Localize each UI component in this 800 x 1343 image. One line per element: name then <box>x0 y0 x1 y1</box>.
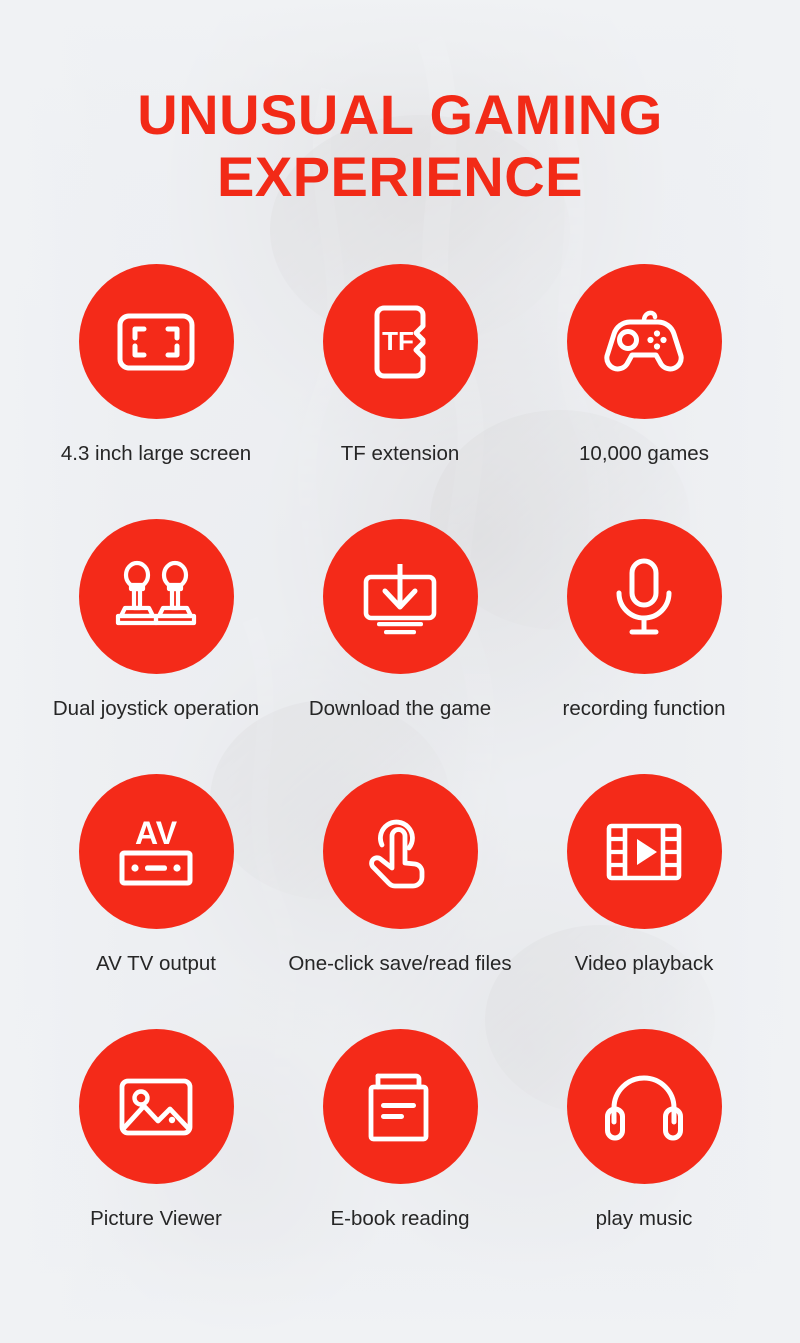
feature-label: 10,000 games <box>579 442 709 465</box>
feature-item[interactable]: Video playback <box>522 774 766 1029</box>
feature-icon-badge <box>322 519 478 674</box>
tf-memory-card-icon: TF <box>374 305 426 378</box>
feature-label: 4.3 inch large screen <box>60 442 252 465</box>
av-output-icon: AV <box>119 815 193 885</box>
feature-label: Download the game <box>308 697 492 720</box>
feature-item[interactable]: AV AV TV output <box>34 774 278 1029</box>
feature-label: Video playback <box>574 952 714 975</box>
fullscreen-screen-icon <box>117 313 195 370</box>
feature-icon-badge <box>78 519 234 674</box>
feature-label: AV TV output <box>95 952 217 975</box>
feature-label: Picture Viewer <box>90 1207 222 1230</box>
feature-item[interactable]: TF TF extension <box>278 264 522 519</box>
feature-item[interactable]: E-book reading <box>278 1029 522 1284</box>
feature-icon-badge <box>322 774 478 929</box>
page-title-line-1: UNUSUAL GAMING <box>137 83 663 146</box>
feature-poster: UNUSUAL GAMING EXPERIENCE 4.3 inch large… <box>0 0 800 1343</box>
touch-hand-tap-icon <box>369 819 425 888</box>
feature-icon-badge: AV <box>78 774 234 929</box>
feature-item[interactable]: Picture Viewer <box>34 1029 278 1284</box>
feature-icon-badge <box>566 519 722 674</box>
feature-label: E-book reading <box>330 1207 470 1230</box>
feature-label: recording function <box>562 697 726 720</box>
book-document-icon <box>368 1073 429 1141</box>
feature-item[interactable]: 10,000 games <box>522 264 766 519</box>
feature-item[interactable]: recording function <box>522 519 766 774</box>
feature-icon-badge <box>566 1029 722 1184</box>
feature-item[interactable]: Dual joystick operation <box>34 519 278 774</box>
feature-item[interactable]: One-click save/read files <box>278 774 522 1029</box>
film-play-icon <box>606 823 682 880</box>
feature-icon-badge: TF <box>322 264 478 419</box>
av-output-label: AV <box>135 815 178 851</box>
page-title-line-2: EXPERIENCE <box>217 145 583 208</box>
feature-item[interactable]: 4.3 inch large screen <box>34 264 278 519</box>
download-to-screen-icon <box>363 563 437 634</box>
feature-label: One-click save/read files <box>288 952 512 975</box>
feature-icon-badge <box>78 264 234 419</box>
headphones-icon <box>605 1075 683 1140</box>
feature-item[interactable]: play music <box>522 1029 766 1284</box>
feature-label: TF extension <box>340 442 460 465</box>
feature-grid: 4.3 inch large screen TF TF extension 10… <box>0 264 800 1284</box>
feature-item[interactable]: Download the game <box>278 519 522 774</box>
dual-joystick-icon <box>115 560 197 625</box>
feature-label: play music <box>595 1207 693 1230</box>
feature-icon-badge <box>566 774 722 929</box>
feature-icon-badge <box>78 1029 234 1184</box>
page-title: UNUSUAL GAMING EXPERIENCE <box>0 0 800 208</box>
tf-card-label: TF <box>382 326 414 356</box>
picture-image-icon <box>119 1078 193 1135</box>
microphone-icon <box>616 558 672 634</box>
gamepad-icon <box>604 310 684 371</box>
feature-icon-badge <box>322 1029 478 1184</box>
feature-label: Dual joystick operation <box>52 697 260 720</box>
feature-icon-badge <box>566 264 722 419</box>
